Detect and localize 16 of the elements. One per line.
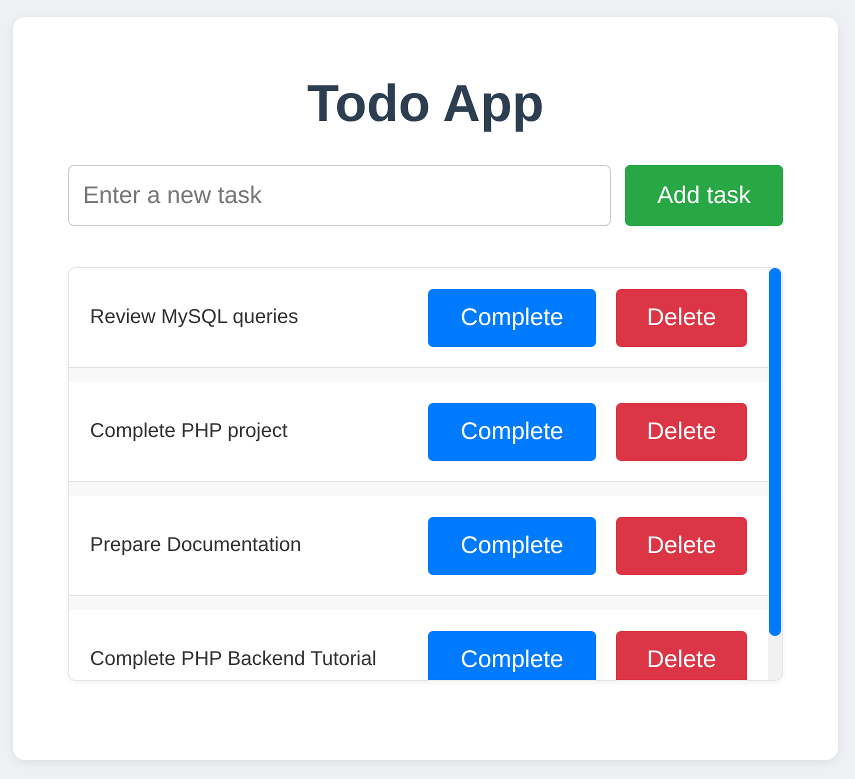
scrollbar[interactable] xyxy=(768,268,782,680)
app-title: Todo App xyxy=(306,74,545,135)
task-text: Complete PHP project xyxy=(90,420,288,443)
complete-button[interactable]: Complete xyxy=(428,630,596,680)
complete-button[interactable]: Complete xyxy=(428,288,596,346)
delete-button[interactable]: Delete xyxy=(616,402,747,460)
delete-button[interactable]: Delete xyxy=(616,630,747,680)
complete-button[interactable]: Complete xyxy=(428,516,596,574)
add-task-button[interactable]: Add task xyxy=(625,165,783,226)
task-text: Review MySQL queries xyxy=(90,306,300,329)
task-text: Complete PHP Backend Tutorial xyxy=(90,648,378,671)
delete-button[interactable]: Delete xyxy=(616,516,747,574)
task-text: Prepare Documentation xyxy=(90,534,302,557)
complete-button[interactable]: Complete xyxy=(428,402,596,460)
delete-button[interactable]: Delete xyxy=(616,288,747,346)
task-input[interactable]: Enter a new task xyxy=(68,165,611,226)
